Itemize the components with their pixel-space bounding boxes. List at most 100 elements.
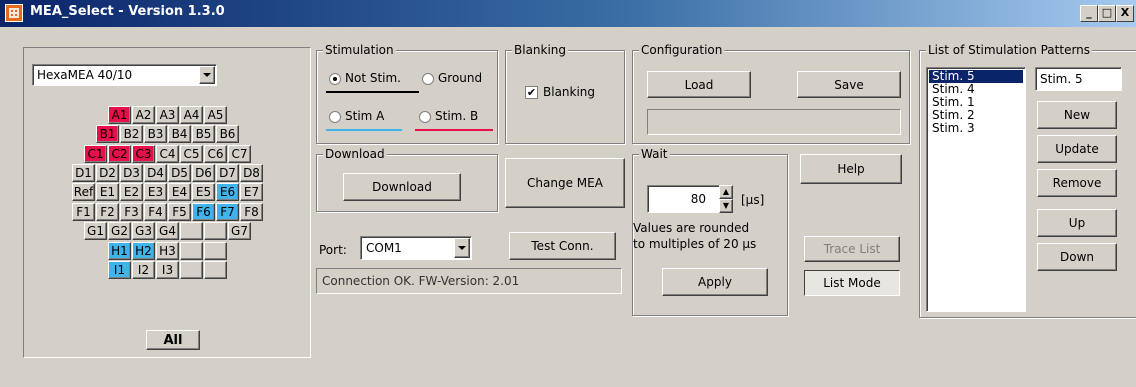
electrode-f4[interactable]: F4 [144,203,167,221]
electrode-c7[interactable]: C7 [228,145,251,163]
electrode-h2[interactable]: H2 [132,242,155,260]
electrode-f5[interactable]: F5 [168,203,191,221]
apply-button[interactable]: Apply [662,268,768,296]
electrode-c3[interactable]: C3 [132,145,155,163]
electrode-f3[interactable]: F3 [120,203,143,221]
electrode-a2[interactable]: A2 [132,106,155,124]
electrode-f2[interactable]: F2 [96,203,119,221]
electrode-b1[interactable]: B1 [96,125,119,143]
electrode-e2[interactable]: E2 [120,183,143,201]
electrode-d3[interactable]: D3 [120,164,143,182]
download-button[interactable]: Download [343,173,461,201]
electrode-d8[interactable]: D8 [240,164,263,182]
pattern-list-item[interactable]: Stim. 3 [929,122,1023,135]
title-bar[interactable]: MEA_Select - Version 1.3.0 _ □ X [0,0,1136,27]
electrode-c5[interactable]: C5 [180,145,203,163]
new-pattern-button[interactable]: New [1037,101,1117,129]
blanking-checkbox[interactable]: ✔ [525,86,538,99]
move-up-button[interactable]: Up [1037,209,1117,237]
maximize-button[interactable]: □ [1098,5,1116,22]
stim-a-label[interactable]: Stim A [345,109,384,123]
electrode-i2[interactable]: I2 [132,261,155,279]
electrode-e5[interactable]: E5 [192,183,215,201]
not-stim-radio[interactable] [329,73,341,85]
electrode-empty[interactable] [204,242,227,260]
electrode-c6[interactable]: C6 [204,145,227,163]
electrode-e6[interactable]: E6 [216,183,239,201]
stim-b-radio[interactable] [419,111,431,123]
load-button[interactable]: Load [647,71,751,98]
electrode-g1[interactable]: G1 [84,222,107,240]
electrode-a5[interactable]: A5 [204,106,227,124]
electrode-e4[interactable]: E4 [168,183,191,201]
change-mea-button[interactable]: Change MEA [505,158,625,208]
electrode-g4[interactable]: G4 [156,222,179,240]
blanking-checkbox-label[interactable]: Blanking [543,85,595,99]
update-pattern-button[interactable]: Update [1037,135,1117,163]
electrode-d2[interactable]: D2 [96,164,119,182]
electrode-e3[interactable]: E3 [144,183,167,201]
electrode-g2[interactable]: G2 [108,222,131,240]
electrode-empty[interactable] [204,222,227,240]
electrode-g7[interactable]: G7 [228,222,251,240]
spin-down-icon[interactable]: ▼ [719,199,733,213]
electrode-a1[interactable]: A1 [108,106,131,124]
test-connection-button[interactable]: Test Conn. [509,232,616,260]
chevron-down-icon[interactable] [454,238,470,258]
electrode-d5[interactable]: D5 [168,164,191,182]
electrode-h3[interactable]: H3 [156,242,179,260]
electrode-b5[interactable]: B5 [192,125,215,143]
electrode-ref[interactable]: Ref [72,183,95,201]
remove-pattern-button[interactable]: Remove [1037,169,1117,197]
electrode-a3[interactable]: A3 [156,106,179,124]
save-button[interactable]: Save [797,71,901,98]
wait-unit-label: [µs] [741,193,765,207]
electrode-b4[interactable]: B4 [168,125,191,143]
electrode-h1[interactable]: H1 [108,242,131,260]
stim-b-label[interactable]: Stim. B [435,109,478,123]
electrode-c2[interactable]: C2 [108,145,131,163]
ground-label[interactable]: Ground [438,71,482,85]
electrode-i3[interactable]: I3 [156,261,179,279]
electrode-e7[interactable]: E7 [240,183,263,201]
electrode-d1[interactable]: D1 [72,164,95,182]
move-down-button[interactable]: Down [1037,243,1117,271]
electrode-c4[interactable]: C4 [156,145,179,163]
electrode-f6[interactable]: F6 [192,203,215,221]
stim-a-radio[interactable] [329,111,341,123]
spin-up-icon[interactable]: ▲ [719,185,733,199]
wait-value-input[interactable]: 80 [647,185,721,213]
electrode-f8[interactable]: F8 [240,203,263,221]
list-mode-toggle[interactable]: List Mode [804,270,900,296]
pattern-listbox[interactable]: Stim. 5 Stim. 4 Stim. 1 Stim. 2 Stim. 3 [926,67,1026,312]
electrode-b2[interactable]: B2 [120,125,143,143]
all-electrodes-button[interactable]: All [146,330,200,350]
electrode-f1[interactable]: F1 [72,203,95,221]
help-button[interactable]: Help [800,154,902,184]
electrode-a4[interactable]: A4 [180,106,203,124]
close-button[interactable]: X [1116,5,1134,22]
electrode-e1[interactable]: E1 [96,183,119,201]
electrode-empty[interactable] [180,261,203,279]
electrode-empty[interactable] [180,242,203,260]
pattern-name-input[interactable]: Stim. 5 [1035,67,1122,91]
electrode-d6[interactable]: D6 [192,164,215,182]
electrode-empty[interactable] [204,261,227,279]
electrode-d7[interactable]: D7 [216,164,239,182]
electrode-d4[interactable]: D4 [144,164,167,182]
stimulation-group-title: Stimulation [323,43,396,57]
electrode-b3[interactable]: B3 [144,125,167,143]
electrode-i1[interactable]: I1 [108,261,131,279]
electrode-empty[interactable] [180,222,203,240]
mea-type-dropdown[interactable]: HexaMEA 40/10 [32,64,217,86]
minimize-button[interactable]: _ [1080,5,1098,22]
download-group-title: Download [323,147,387,161]
port-dropdown[interactable]: COM1 [360,236,472,260]
electrode-f7[interactable]: F7 [216,203,239,221]
not-stim-label[interactable]: Not Stim. [345,71,401,85]
electrode-c1[interactable]: C1 [84,145,107,163]
electrode-b6[interactable]: B6 [216,125,239,143]
electrode-g3[interactable]: G3 [132,222,155,240]
chevron-down-icon[interactable] [199,66,215,84]
ground-radio[interactable] [422,73,434,85]
